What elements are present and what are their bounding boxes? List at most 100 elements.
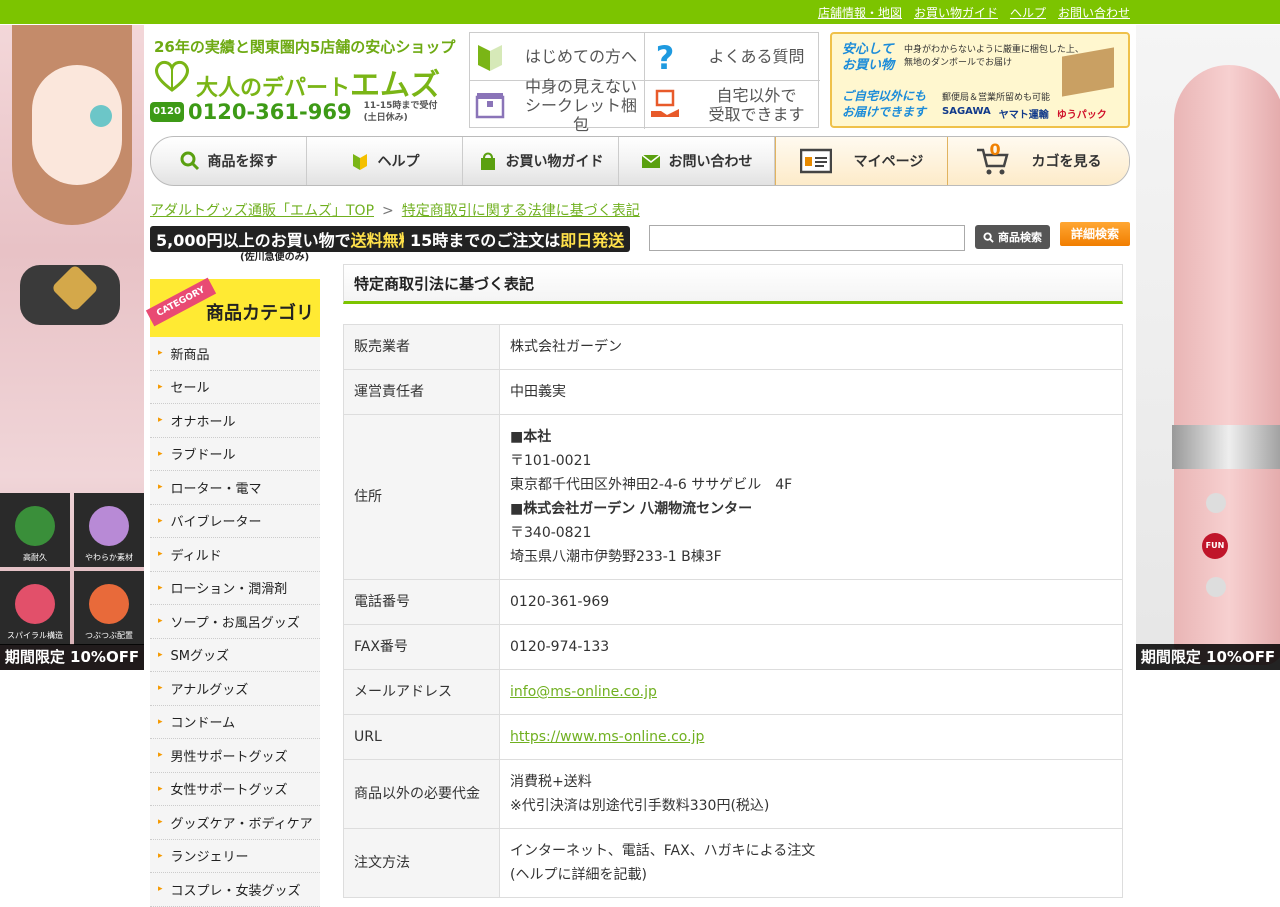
left-side-banner[interactable]: 高耐久 やわらか素材 スパイラル構造 つぶつぶ配置 期間限定 10%OFF	[0, 25, 144, 670]
category-item[interactable]: ▸ オナホール	[150, 404, 320, 438]
row-label: 注文方法	[343, 828, 500, 898]
table-row: メールアドレス info@ms-online.co.jp	[343, 669, 1123, 715]
right-side-banner[interactable]: FUN 期間限定 10%OFF	[1136, 25, 1280, 670]
banner-promo-label: 期間限定 10%OFF	[1136, 644, 1280, 670]
toplink-contact[interactable]: お問い合わせ	[1058, 4, 1130, 21]
id-card-icon	[799, 148, 832, 174]
table-row: 販売業者 株式会社ガーデン	[343, 324, 1123, 370]
chevron-right-icon: ▸	[158, 850, 163, 861]
cardboard-box-icon	[1062, 47, 1114, 97]
category-item-label: 女性サポートグッズ	[170, 783, 288, 799]
search-input[interactable]	[649, 225, 965, 251]
row-value-line: 埼玉県八潮市伊勢野233-1 B棟3F	[510, 549, 722, 565]
category-item-label: 新商品	[170, 347, 210, 363]
quick-link-beginners[interactable]: はじめての方へ	[470, 33, 645, 81]
logo[interactable]: 大人のデパートエムズ	[196, 60, 440, 104]
question-icon: ?	[656, 41, 675, 73]
search-button[interactable]: 商品検索	[975, 225, 1050, 249]
nav-cart[interactable]: 0 カゴを見る	[948, 137, 1129, 185]
carrier-yupack: ゆうパック	[1056, 110, 1107, 121]
category-item[interactable]: ▸ グッズケア・ボディケア	[150, 806, 320, 840]
blob-icon	[89, 506, 129, 546]
category-item[interactable]: ▸ アナルグッズ	[150, 672, 320, 706]
logo-tagline: 26年の実績と関東圏内5店舗の安心ショップ	[154, 38, 456, 56]
nav-help[interactable]: ヘルプ	[307, 137, 463, 185]
category-item[interactable]: ▸ ディルド	[150, 538, 320, 572]
nav-mypage[interactable]: マイページ	[775, 137, 948, 185]
shipping-headline-1: 安心して お買い物	[842, 42, 895, 73]
category-item[interactable]: ▸ コンドーム	[150, 705, 320, 739]
chevron-right-icon: ▸	[158, 515, 163, 526]
row-label: メールアドレス	[343, 669, 500, 715]
quick-links: はじめての方へ ? よくある質問 中身の見えない シークレット梱包 自宅以外で …	[469, 32, 820, 134]
row-link[interactable]: info@ms-online.co.jp	[510, 684, 657, 700]
category-item[interactable]: ▸ ローション・潤滑剤	[150, 571, 320, 605]
toplink-shopping-guide[interactable]: お買い物ガイド	[914, 4, 998, 21]
heart-leaf-icon[interactable]	[154, 60, 190, 92]
mail-icon	[641, 154, 660, 168]
category-item[interactable]: ▸ 男性サポートグッズ	[150, 739, 320, 773]
promo-same-day: 15時までのご注文は即日発送	[404, 226, 631, 252]
category-item-label: ローション・潤滑剤	[170, 582, 288, 598]
row-value-line: 中田義実	[510, 384, 566, 400]
legal-info-table: 販売業者 株式会社ガーデン 運営責任者 中田義実 住所 ■本社 〒101-0021 東京都千代…	[343, 324, 1123, 898]
category-item[interactable]: ▸ SMグッズ	[150, 638, 320, 672]
quick-link-faq[interactable]: ? よくある質問	[645, 33, 820, 81]
nav-contact[interactable]: お問い合わせ	[619, 137, 775, 185]
plus-icon	[1206, 493, 1226, 513]
spiral-icon	[15, 584, 55, 624]
chevron-right-icon: ▸	[158, 549, 163, 560]
row-value: インターネット、電話、FAX、ハガキによる注文 (ヘルプに詳細を記載)	[499, 828, 1123, 898]
row-value-line: (ヘルプに詳細を記載)	[510, 867, 647, 883]
category-item[interactable]: ▸ 女性サポートグッズ	[150, 772, 320, 806]
shipping-headline-2: ご自宅以外にも お届けできます	[842, 89, 927, 119]
box-icon	[475, 93, 505, 119]
category-item[interactable]: ▸ 新商品	[150, 337, 320, 371]
nav-search[interactable]: 商品を探す	[151, 137, 307, 185]
table-row: 注文方法 インターネット、電話、FAX、ハガキによる注文 (ヘルプに詳細を記載)	[343, 828, 1123, 898]
breadcrumb: アダルトグッズ通販「エムズ」TOP > 特定商取引に関する法律に基づく表記	[150, 200, 640, 220]
nav-shopping-guide[interactable]: お買い物ガイド	[463, 137, 619, 185]
chevron-right-icon: ▸	[158, 348, 163, 359]
row-value: ■本社 〒101-0021 東京都千代田区外神田2-4-6 ササゲビル 4F ■株式会…	[499, 414, 1123, 580]
svg-text:?: ?	[656, 41, 675, 73]
breadcrumb-current[interactable]: 特定商取引に関する法律に基づく表記	[402, 203, 640, 219]
category-item[interactable]: ▸ コスプレ・女装グッズ	[150, 873, 320, 907]
leaf-icon	[478, 44, 502, 71]
category-item[interactable]: ▸ ローター・電マ	[150, 471, 320, 505]
hand-box-icon	[651, 89, 679, 117]
row-value: https://www.ms-online.co.jp	[499, 714, 1123, 760]
category-header: CATEGORY 商品カテゴリ	[145, 277, 320, 337]
toplink-help[interactable]: ヘルプ	[1010, 4, 1046, 21]
row-label: 電話番号	[343, 579, 500, 625]
banner-illustration-face	[32, 65, 122, 185]
chevron-right-icon: ▸	[158, 482, 163, 493]
chevron-right-icon: ▸	[158, 582, 163, 593]
category-item[interactable]: ▸ セール	[150, 370, 320, 404]
category-item[interactable]: ▸ ランジェリー	[150, 839, 320, 873]
category-item[interactable]: ▸ ラブドール	[150, 437, 320, 471]
search-icon	[983, 231, 994, 243]
feature-label: やわらか素材	[85, 553, 133, 562]
row-value-line: 0120-974-133	[510, 639, 610, 655]
promo-strip[interactable]: 5,000円以上のお買い物で送料無料 15時までのご注文は即日発送 (佐川急便の…	[150, 224, 631, 263]
quick-link-secret-packing[interactable]: 中身の見えない シークレット梱包	[470, 77, 645, 134]
advanced-search-button[interactable]: 詳細検索	[1060, 222, 1130, 246]
feature-soft: やわらか素材	[74, 493, 144, 567]
chevron-right-icon: ▸	[158, 783, 163, 794]
breadcrumb-home[interactable]: アダルトグッズ通販「エムズ」TOP	[150, 203, 374, 219]
category-item[interactable]: ▸ ソープ・お風呂グッズ	[150, 605, 320, 639]
category-item-label: 男性サポートグッズ	[170, 749, 288, 765]
feature-dots: つぶつぶ配置	[74, 571, 144, 645]
quick-link-pickup[interactable]: 自宅以外で 受取できます	[645, 81, 820, 129]
row-link[interactable]: https://www.ms-online.co.jp	[510, 729, 704, 745]
category-item[interactable]: ▸ バイブレーター	[150, 504, 320, 538]
row-label: URL	[343, 714, 500, 760]
shipping-banner[interactable]: 安心して お買い物 中身がわからないように厳重に梱包した上、 無地のダンボールで…	[830, 32, 1130, 128]
table-row: 電話番号 0120-361-969	[343, 579, 1123, 625]
bag-icon	[480, 152, 495, 170]
cart-icon-wrap: 0	[976, 140, 1010, 176]
promo-highlight: 即日発送	[560, 231, 625, 250]
toplink-store-info[interactable]: 店舗情報・地図	[818, 4, 902, 21]
category-item-label: ローター・電マ	[170, 481, 262, 497]
